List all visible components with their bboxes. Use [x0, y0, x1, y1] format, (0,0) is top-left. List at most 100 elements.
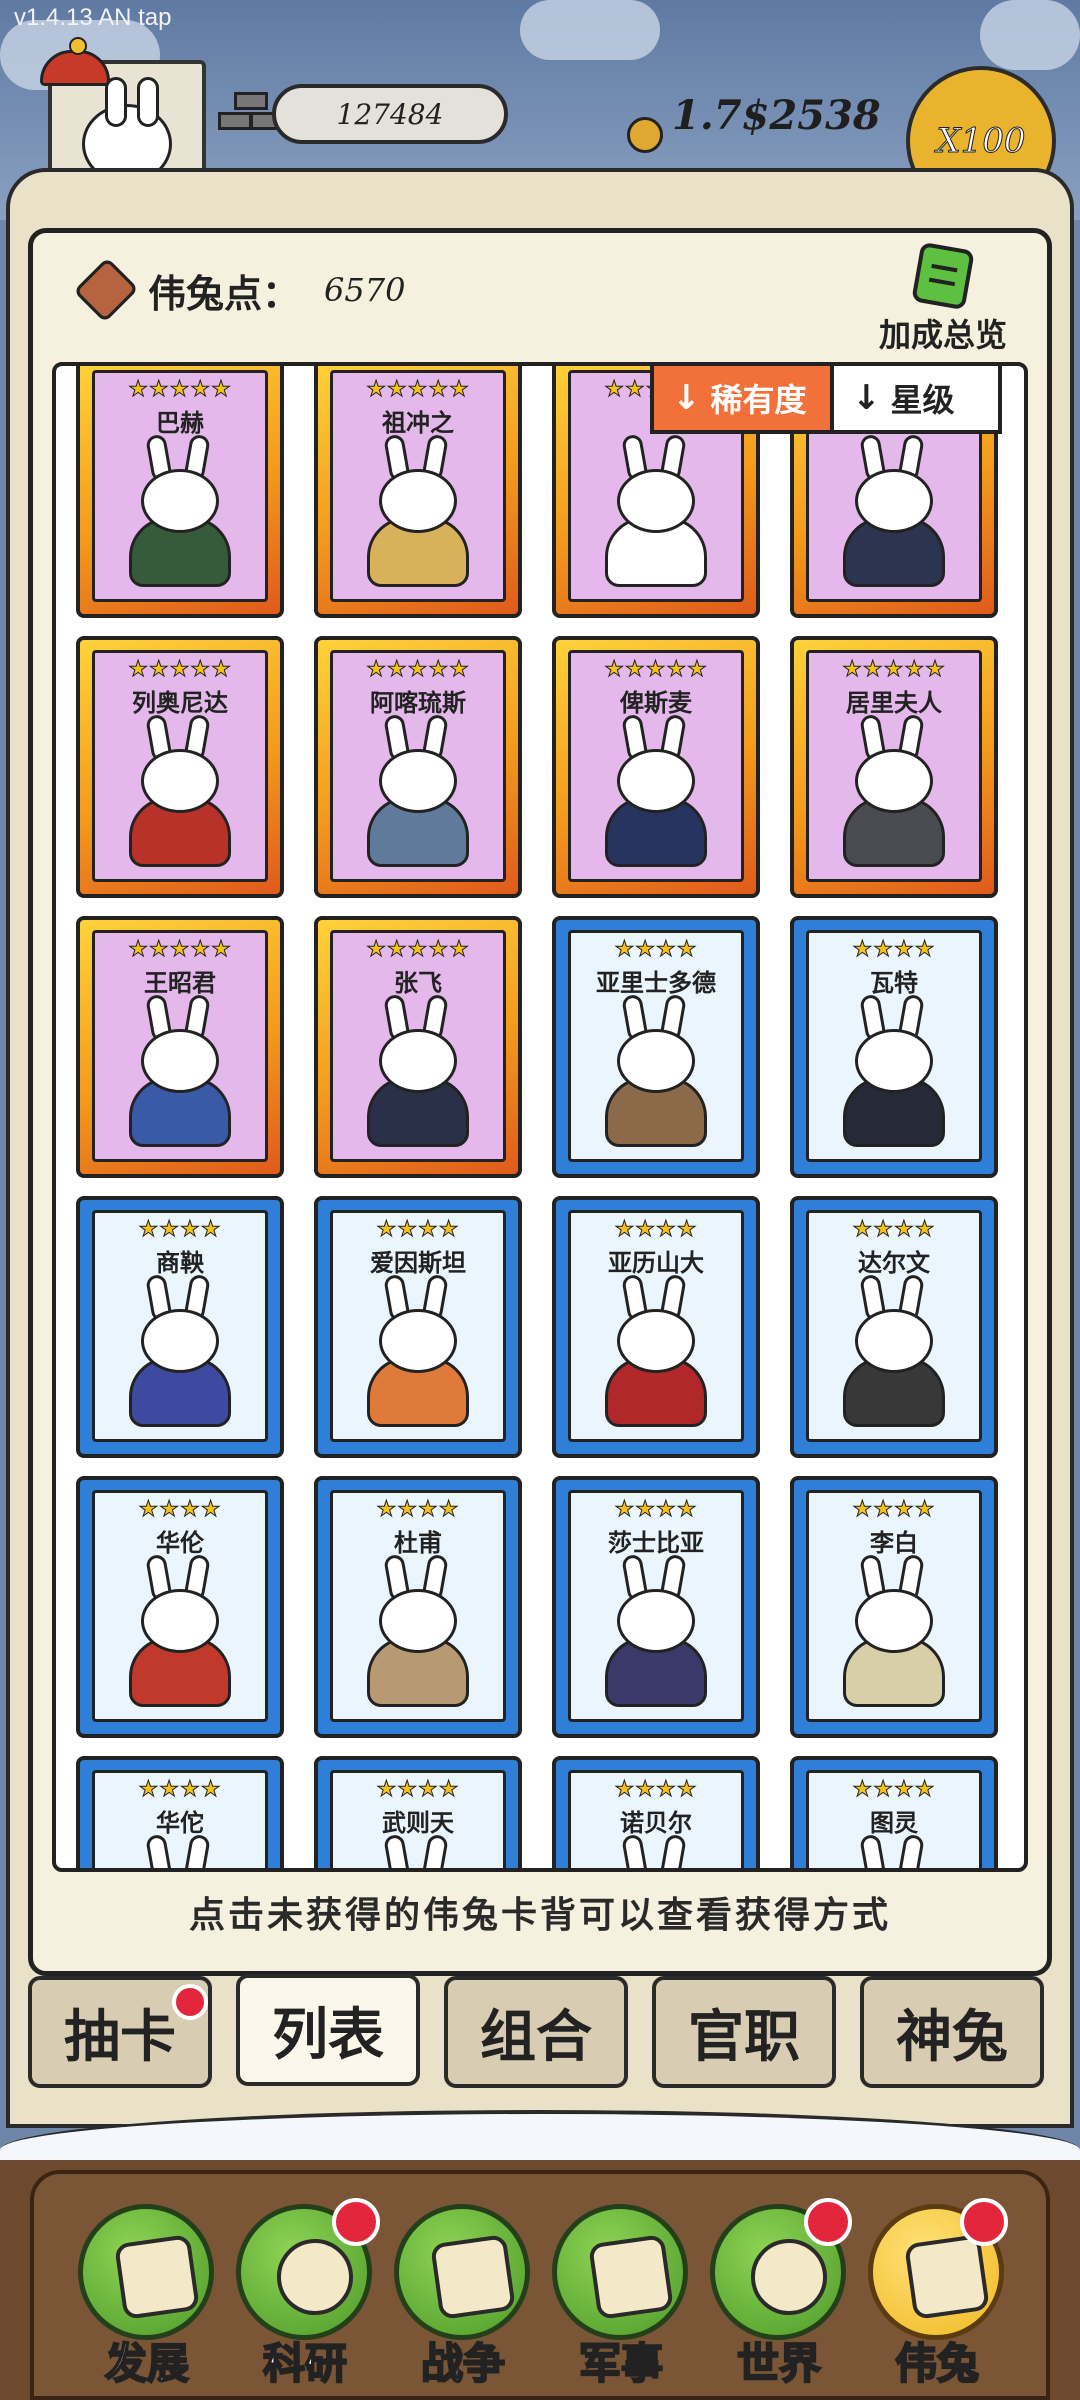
points-value: 6570 [324, 271, 406, 309]
coin-icon [627, 117, 663, 153]
hero-card[interactable]: ★★★★★ 居里夫人 [790, 636, 998, 898]
rabbit-portrait-icon [121, 1273, 239, 1427]
card-face: ★★★★★ 列奥尼达 [92, 650, 268, 882]
nav-circle [552, 2204, 688, 2340]
rabbit-portrait-icon [359, 1273, 477, 1427]
rabbit-portrait-icon [597, 993, 715, 1147]
tab-combo[interactable]: 组合 [444, 1976, 628, 2088]
hero-card[interactable]: ★★★★★ 列奥尼达 [76, 636, 284, 898]
card-face: ★★★★★ 巴赫 [92, 370, 268, 602]
document-icon [911, 241, 975, 311]
hero-card[interactable]: ★★★★ 亚里士多德 [552, 916, 760, 1178]
card-face: ★★★★ 武则天 [330, 1770, 506, 1868]
tab-label: 抽卡 [64, 2004, 176, 2070]
hero-card[interactable]: ★★★★★ 阿喀琉斯 [314, 636, 522, 898]
hero-card[interactable]: ★★★★ 图灵 [790, 1756, 998, 1868]
card-name: 杜甫 [394, 1529, 442, 1557]
rabbit-portrait-icon [597, 1833, 715, 1868]
card-name: 阿喀琉斯 [370, 689, 466, 717]
hero-card[interactable]: ★★★★ 李白 [790, 1476, 998, 1738]
hero-card[interactable]: ★★★★ 杜甫 [314, 1476, 522, 1738]
arrow-down-icon: ↓ [672, 378, 701, 418]
tab-label: 组合 [480, 2004, 592, 2070]
star-rating-icon: ★★★★ [138, 1497, 222, 1523]
card-face: ★★★★ 爱因斯坦 [330, 1210, 506, 1442]
version-label: v1.4.13 AN tap [14, 4, 172, 31]
rabbit-portrait-icon [121, 1833, 239, 1868]
sort-rarity-label: 稀有度 [710, 381, 807, 419]
star-rating-icon: ★★★★★ [366, 937, 470, 963]
hero-card[interactable]: ★★★★ 华伦 [76, 1476, 284, 1738]
sort-rarity-button[interactable]: ↓ 稀有度 [650, 362, 834, 434]
nav-develop[interactable]: 发展 [72, 2204, 218, 2394]
silver-value: 127484 [336, 97, 444, 131]
card-face: ★★★★ 杜甫 [330, 1490, 506, 1722]
cloud [520, 0, 660, 60]
hero-card[interactable]: ★★★★ 莎士比亚 [552, 1476, 760, 1738]
card-list[interactable]: ★★★★★ 巴赫 ★★★★★ 祖冲之 ★★★★★ ★★★★★ ★★★★★ 列奥尼达 ★★★★★ 阿… [52, 362, 1028, 1872]
star-rating-icon: ★★★★★ [842, 657, 946, 683]
star-rating-icon: ★★★★★ [128, 377, 232, 403]
card-face: ★★★★★ 王昭君 [92, 930, 268, 1162]
nav-war[interactable]: 战争 [388, 2204, 534, 2394]
card-face: ★★★★★ 居里夫人 [806, 650, 982, 882]
tab-bar: 抽卡 列表 组合 官职 神兔 [28, 1974, 1052, 2088]
crossed-swords-icon [430, 2234, 516, 2320]
nav-label: 军事 [578, 2338, 664, 2389]
tab-label: 神兔 [896, 2004, 1008, 2070]
card-face: ★★★★★ 祖冲之 [330, 370, 506, 602]
hero-card[interactable]: ★★★★ 商鞅 [76, 1196, 284, 1458]
star-rating-icon: ★★★★ [852, 1497, 936, 1523]
hero-card[interactable]: ★★★★ 瓦特 [790, 916, 998, 1178]
card-face: ★★★★★ 俾斯麦 [568, 650, 744, 882]
star-rating-icon: ★★★★ [852, 937, 936, 963]
nav-military[interactable]: 军事 [546, 2204, 692, 2394]
card-face: ★★★★ 诺贝尔 [568, 1770, 744, 1868]
hero-card[interactable]: ★★★★ 爱因斯坦 [314, 1196, 522, 1458]
tab-label: 列表 [272, 2002, 384, 2068]
arrow-down-icon: ↓ [852, 378, 881, 418]
points-label: 伟兔点： [148, 271, 301, 316]
hero-card[interactable]: ★★★★ 华佗 [76, 1756, 284, 1868]
rabbit-portrait-icon [121, 1553, 239, 1707]
hero-card[interactable]: ★★★★ 达尔文 [790, 1196, 998, 1458]
hero-card[interactable]: ★★★★★ 张飞 [314, 916, 522, 1178]
rabbit-portrait-icon [835, 993, 953, 1147]
card-face: ★★★★ 达尔文 [806, 1210, 982, 1442]
hero-card[interactable]: ★★★★★ 俾斯麦 [552, 636, 760, 898]
hero-card[interactable]: ★★★★ 诺贝尔 [552, 1756, 760, 1868]
card-name: 华佗 [156, 1809, 204, 1837]
card-name: 瓦特 [870, 969, 918, 997]
tab-list[interactable]: 列表 [236, 1974, 420, 2086]
card-name: 列奥尼达 [132, 689, 228, 717]
card-name: 王昭君 [144, 969, 216, 997]
nav-label: 伟兔 [894, 2338, 980, 2389]
star-rating-icon: ★★★★ [376, 1497, 460, 1523]
hero-card[interactable]: ★★★★ 武则天 [314, 1756, 522, 1868]
tab-official-rank[interactable]: 官职 [652, 1976, 836, 2088]
hero-card[interactable]: ★★★★★ 巴赫 [76, 366, 284, 618]
hero-card[interactable]: ★★★★★ 王昭君 [76, 916, 284, 1178]
star-rating-icon: ★★★★ [138, 1217, 222, 1243]
card-name: 达尔文 [858, 1249, 930, 1277]
bonus-overview-button[interactable]: 加成总览 [868, 241, 1018, 354]
sort-stars-button[interactable]: ↓ 星级 [834, 362, 1002, 434]
notification-badge [332, 2198, 380, 2246]
card-name: 武则天 [382, 1809, 454, 1837]
bonus-overview-label: 加成总览 [878, 316, 1007, 354]
star-rating-icon: ★★★★★ [128, 657, 232, 683]
rabbit-portrait-icon [359, 1833, 477, 1868]
hero-card[interactable]: ★★★★★ 祖冲之 [314, 366, 522, 618]
star-rating-icon: ★★★★★ [604, 657, 708, 683]
sort-controls: ↓ 稀有度 ↓ 星级 [650, 362, 1002, 434]
hero-card[interactable]: ★★★★ 亚历山大 [552, 1196, 760, 1458]
rabbit-portrait-icon [597, 1553, 715, 1707]
tab-divine-rabbit[interactable]: 神兔 [860, 1976, 1044, 2088]
card-name: 图灵 [870, 1809, 918, 1837]
card-name: 张飞 [394, 969, 442, 997]
points-gem-icon [73, 257, 139, 323]
rabbit-portrait-icon [121, 713, 239, 867]
rabbit-portrait-icon [835, 713, 953, 867]
card-name: 亚历山大 [608, 1249, 704, 1277]
card-name: 巴赫 [156, 409, 204, 437]
